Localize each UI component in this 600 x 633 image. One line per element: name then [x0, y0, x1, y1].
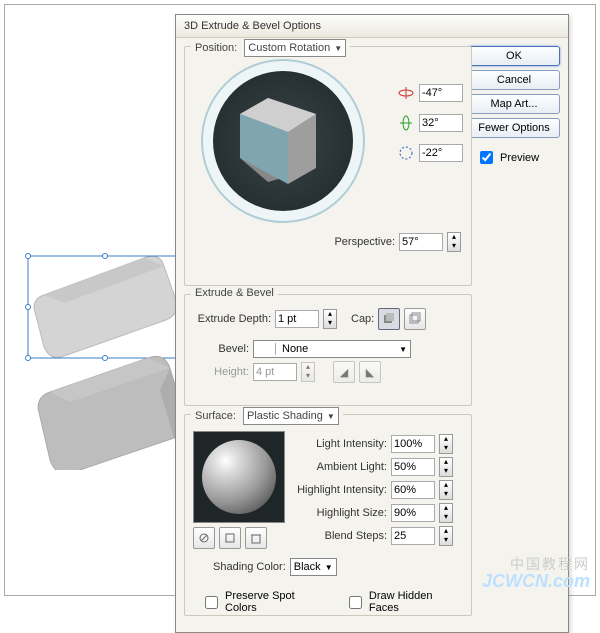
position-dropdown[interactable]: Custom Rotation▼ — [244, 39, 346, 57]
blend-steps-input[interactable] — [391, 527, 435, 545]
axis-x-icon — [397, 84, 415, 102]
height-stepper: ▴▾ — [301, 362, 315, 382]
delete-light-icon[interactable] — [245, 527, 267, 549]
extrude-depth-input[interactable] — [275, 310, 319, 328]
axis-z-icon — [397, 144, 415, 162]
position-label: Position: Custom Rotation▼ — [191, 39, 350, 57]
axis-z-input[interactable] — [419, 144, 463, 162]
bevel-dropdown[interactable]: None▼ — [253, 340, 411, 358]
new-light-icon[interactable] — [219, 527, 241, 549]
extrude-section-label: Extrude & Bevel — [191, 287, 278, 299]
preserve-spot-checkbox[interactable]: Preserve Spot Colors — [201, 590, 327, 614]
bevel-height-input — [253, 363, 297, 381]
axis-y-input[interactable] — [419, 114, 463, 132]
highlight-intensity-input[interactable] — [391, 481, 435, 499]
light-intensity-input[interactable] — [391, 435, 435, 453]
perspective-input[interactable] — [399, 233, 443, 251]
artwork-preview — [22, 240, 192, 470]
surface-label: Surface: Plastic Shading▼ — [191, 407, 343, 425]
surface-dropdown[interactable]: Plastic Shading▼ — [243, 407, 339, 425]
dialog-3d-extrude: 3D Extrude & Bevel Options OK Cancel Map… — [175, 14, 569, 633]
watermark: 中国教程网 JCWCN.com — [482, 557, 590, 592]
bevel-in-icon: ◢ — [333, 361, 355, 383]
shading-color-dropdown[interactable]: Black▼ — [290, 558, 337, 576]
perspective-stepper[interactable]: ▴▾ — [447, 232, 461, 252]
rotation-trackball[interactable] — [201, 59, 365, 223]
light-sphere[interactable] — [193, 431, 285, 523]
draw-hidden-checkbox[interactable]: Draw Hidden Faces — [345, 590, 463, 614]
axis-y-icon — [397, 114, 415, 132]
cap-on-icon[interactable] — [378, 308, 400, 330]
preview-checkbox[interactable]: Preview — [476, 148, 560, 167]
cap-off-icon[interactable] — [404, 308, 426, 330]
fewer-options-button[interactable]: Fewer Options — [468, 118, 560, 138]
depth-stepper[interactable]: ▴▾ — [323, 309, 337, 329]
highlight-size-input[interactable] — [391, 504, 435, 522]
cancel-button[interactable]: Cancel — [468, 70, 560, 90]
bevel-out-icon: ◣ — [359, 361, 381, 383]
dialog-title: 3D Extrude & Bevel Options — [176, 15, 568, 38]
map-art-button[interactable]: Map Art... — [468, 94, 560, 114]
ok-button[interactable]: OK — [468, 46, 560, 66]
ambient-light-input[interactable] — [391, 458, 435, 476]
light-back-icon[interactable] — [193, 527, 215, 549]
axis-x-input[interactable] — [419, 84, 463, 102]
